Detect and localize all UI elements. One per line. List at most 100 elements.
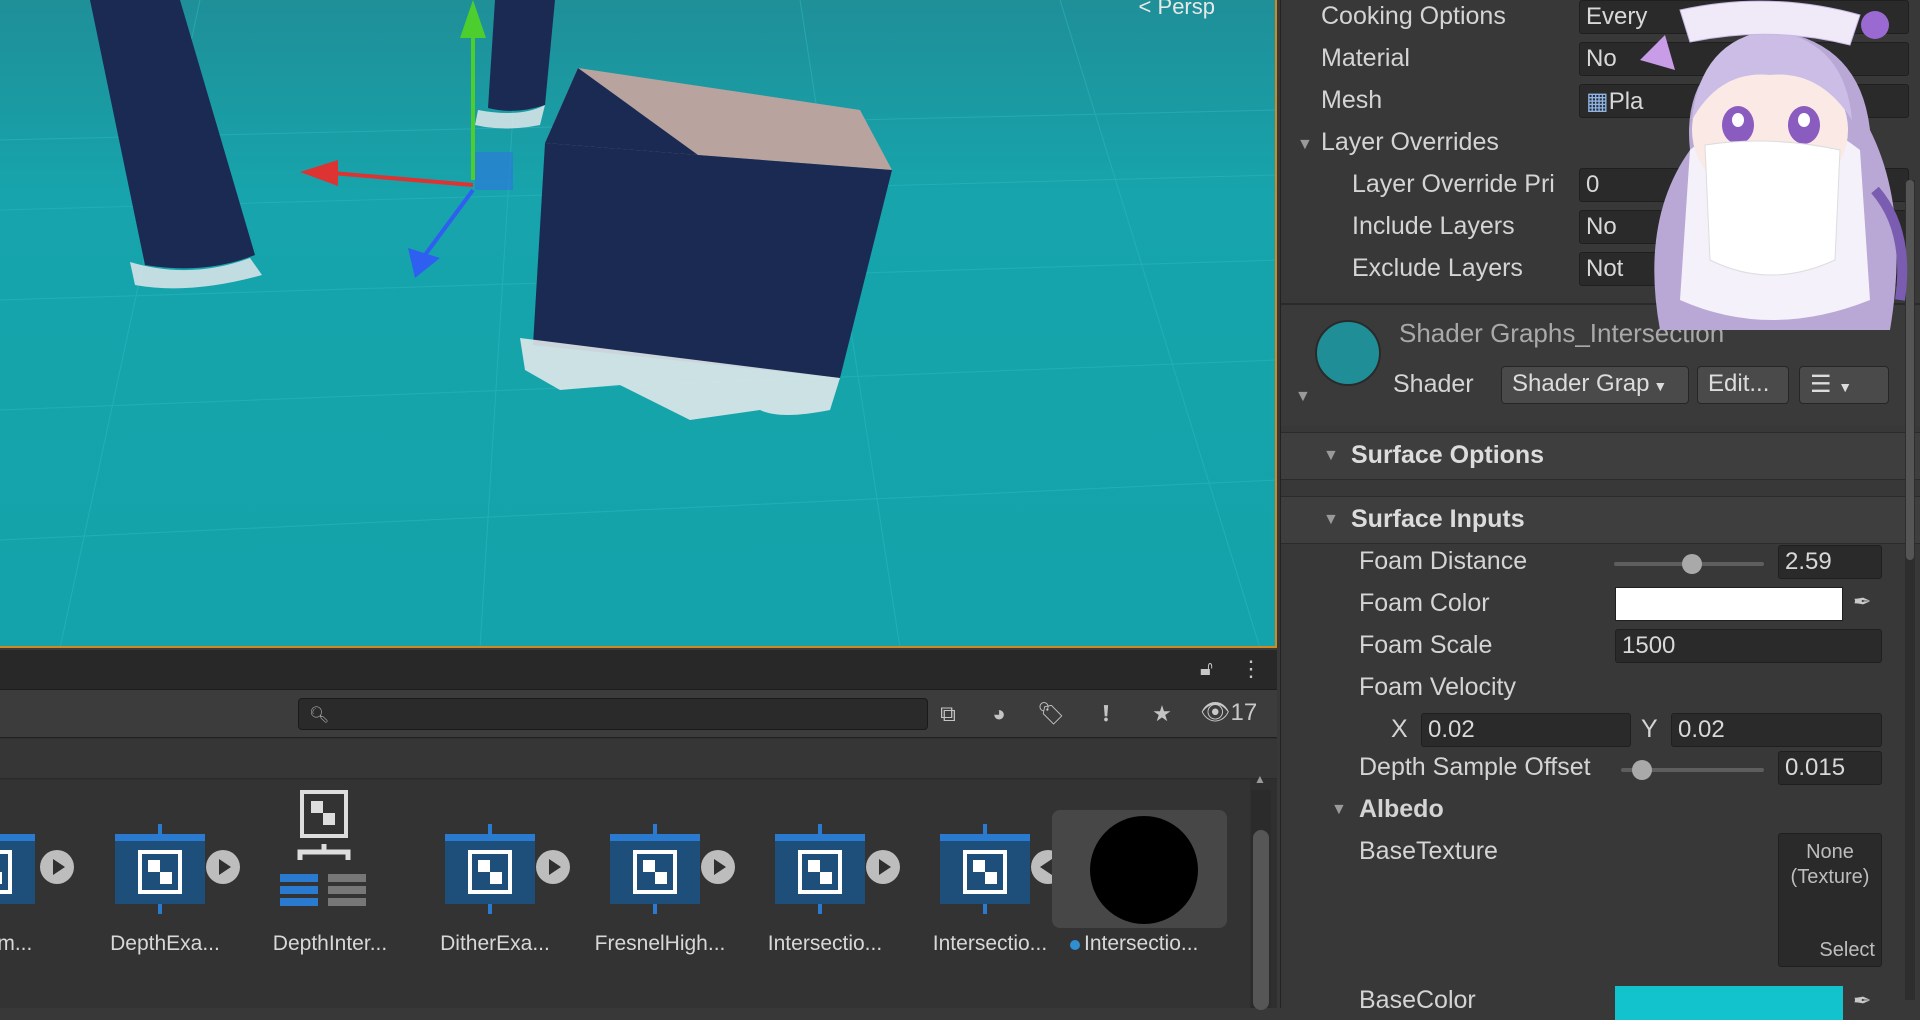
foam-velocity-label: Foam Velocity <box>1359 673 1517 701</box>
foldout-arrow-icon[interactable]: ▼ <box>1331 801 1347 819</box>
more-options-icon[interactable]: ⋮ <box>1240 656 1262 682</box>
foldout-arrow-icon[interactable]: ▼ <box>1295 388 1311 406</box>
include-layers-label: Include Layers <box>1352 212 1515 240</box>
foam-velocity-row: Foam Velocity <box>1281 669 1920 709</box>
pillar-center[interactable] <box>475 0 555 129</box>
pillar-left[interactable] <box>90 0 262 289</box>
surface-inputs-header[interactable]: ▼ Surface Inputs <box>1281 496 1920 544</box>
eye-icon: 👁︎ <box>1200 699 1231 726</box>
asset-label: ...xam... <box>0 932 33 955</box>
scrollbar-thumb[interactable] <box>1253 830 1269 1010</box>
foam-distance-label: Foam Distance <box>1359 547 1528 575</box>
filter-by-label-icon[interactable]: 🏷︎ <box>1035 698 1067 730</box>
search-in-scene-icon[interactable]: ⧉ <box>932 698 964 730</box>
depth-sample-offset-label: Depth Sample Offset <box>1359 753 1591 781</box>
favorites-star-icon[interactable]: ★ <box>1146 698 1178 730</box>
project-panel: 🔓︎ ⋮ 🔍︎ ⧉ ◕ 🏷︎ ❗︎ ★ 👁︎17 ...xam... <box>0 650 1277 1010</box>
depth-sample-offset-slider-handle[interactable] <box>1632 760 1653 780</box>
foam-scale-label: Foam Scale <box>1359 631 1493 659</box>
lock-icon[interactable]: 🔓︎ <box>1200 658 1213 681</box>
scene-view[interactable]: < Persp <box>0 0 1277 648</box>
expand-asset-button[interactable] <box>40 850 74 884</box>
base-color-row: BaseColor ✒︎ <box>1281 980 1920 1020</box>
cube-object[interactable] <box>520 68 892 420</box>
transform-gizmo[interactable] <box>300 0 513 278</box>
layer-override-priority-label: Layer Override Pri <box>1352 170 1555 198</box>
surface-inputs-title: Surface Inputs <box>1351 505 1525 533</box>
material-options-dropdown[interactable]: ☰ ▼ <box>1799 366 1889 404</box>
foam-distance-row: Foam Distance 2.59 <box>1281 543 1920 583</box>
foldout-arrow-icon[interactable]: ▼ <box>1323 511 1339 529</box>
eyedropper-icon[interactable]: ✒︎ <box>1853 988 1871 1014</box>
project-breadcrumb <box>0 739 1277 779</box>
base-texture-row: BaseTexture None (Texture) Select <box>1281 833 1920 973</box>
foldout-arrow-icon[interactable]: ▼ <box>1323 447 1339 465</box>
mesh-grid-icon: ▦ <box>1586 88 1609 115</box>
shader-graph-icon <box>445 824 535 914</box>
mascot-sticker-image <box>1640 0 1908 330</box>
foam-distance-input[interactable]: 2.59 <box>1778 545 1882 579</box>
foam-scale-row: Foam Scale 1500 <box>1281 627 1920 667</box>
shader-graph-icon <box>940 824 1030 914</box>
project-search-input[interactable]: 🔍︎ <box>298 698 928 730</box>
foam-color-swatch[interactable] <box>1615 587 1843 621</box>
exclude-layers-label: Exclude Layers <box>1352 254 1523 282</box>
shader-graph-icon <box>610 824 700 914</box>
foam-velocity-xy-row: X 0.02 Y 0.02 <box>1281 711 1920 751</box>
project-toolbar: 🔓︎ ⋮ <box>0 650 1277 690</box>
base-texture-label: BaseTexture <box>1359 837 1498 865</box>
surface-options-title: Surface Options <box>1351 441 1545 469</box>
subgraph-icon <box>280 790 366 906</box>
foam-velocity-y-label: Y <box>1641 715 1658 743</box>
edit-shader-button[interactable]: Edit... <box>1697 366 1789 404</box>
shader-dropdown[interactable]: Shader Grap ▼ <box>1501 366 1689 404</box>
scene-canvas[interactable] <box>0 0 1277 648</box>
expand-asset-button[interactable] <box>206 850 240 884</box>
depth-sample-offset-input[interactable]: 0.015 <box>1778 751 1882 785</box>
foam-color-row: Foam Color ✒︎ <box>1281 585 1920 625</box>
material-dot-icon <box>1070 940 1080 950</box>
filter-by-type-icon[interactable]: ◕ <box>983 698 1015 730</box>
material-preview-sphere <box>1090 816 1198 924</box>
foam-velocity-x-input[interactable]: 0.02 <box>1421 713 1631 747</box>
list-icon: ☰ <box>1810 371 1832 398</box>
project-search-field[interactable] <box>333 701 913 727</box>
base-texture-none-text: None (Texture) <box>1790 841 1870 888</box>
asset-label: Intersectio... <box>932 932 1048 955</box>
expand-asset-button[interactable] <box>866 850 900 884</box>
base-texture-select-button[interactable]: Select <box>1819 939 1875 962</box>
hidden-packages-toggle[interactable]: 👁︎17 <box>1200 698 1257 727</box>
asset-item[interactable]: DepthInter... <box>245 780 395 960</box>
foam-velocity-y-input[interactable]: 0.02 <box>1671 713 1882 747</box>
asset-label: Intersectio... <box>767 932 883 955</box>
base-texture-slot[interactable]: None (Texture) Select <box>1778 833 1882 967</box>
asset-label: DepthInter... <box>272 932 388 955</box>
scene-view-mode-label[interactable]: < Persp <box>1139 0 1215 20</box>
material-preview-icon <box>1315 320 1381 386</box>
asset-label: DepthExa... <box>110 932 220 955</box>
foam-distance-slider-handle[interactable] <box>1682 554 1702 574</box>
cooking-options-label: Cooking Options <box>1321 2 1506 30</box>
mesh-label: Mesh <box>1321 86 1383 114</box>
shader-graph-icon <box>115 824 205 914</box>
dropdown-arrow-icon: ▼ <box>1653 378 1668 394</box>
dropdown-arrow-icon: ▼ <box>1838 379 1853 395</box>
asset-grid-scrollbar[interactable]: ▲ <box>1251 772 1271 1010</box>
scroll-up-icon[interactable]: ▲ <box>1254 772 1266 786</box>
shader-label: Shader <box>1393 370 1474 398</box>
albedo-row[interactable]: ▼ Albedo <box>1281 791 1920 831</box>
base-color-swatch[interactable] <box>1615 986 1843 1020</box>
shader-graph-icon <box>0 834 35 904</box>
expand-asset-button[interactable] <box>701 850 735 884</box>
selected-material-asset[interactable] <box>1052 810 1227 928</box>
eyedropper-icon[interactable]: ✒︎ <box>1853 589 1871 615</box>
foldout-arrow-icon[interactable]: ▼ <box>1297 136 1313 154</box>
foam-scale-input[interactable]: 1500 <box>1615 629 1882 663</box>
expand-asset-button[interactable] <box>536 850 570 884</box>
surface-options-header[interactable]: ▼ Surface Options <box>1281 432 1920 480</box>
filter-by-log-icon[interactable]: ❗︎ <box>1090 698 1122 730</box>
back-arrow-icon: < <box>1138 0 1152 19</box>
layer-overrides-label: Layer Overrides <box>1321 128 1499 156</box>
material-label: Material <box>1321 44 1410 72</box>
asset-label: Intersectio... <box>1070 932 1198 956</box>
